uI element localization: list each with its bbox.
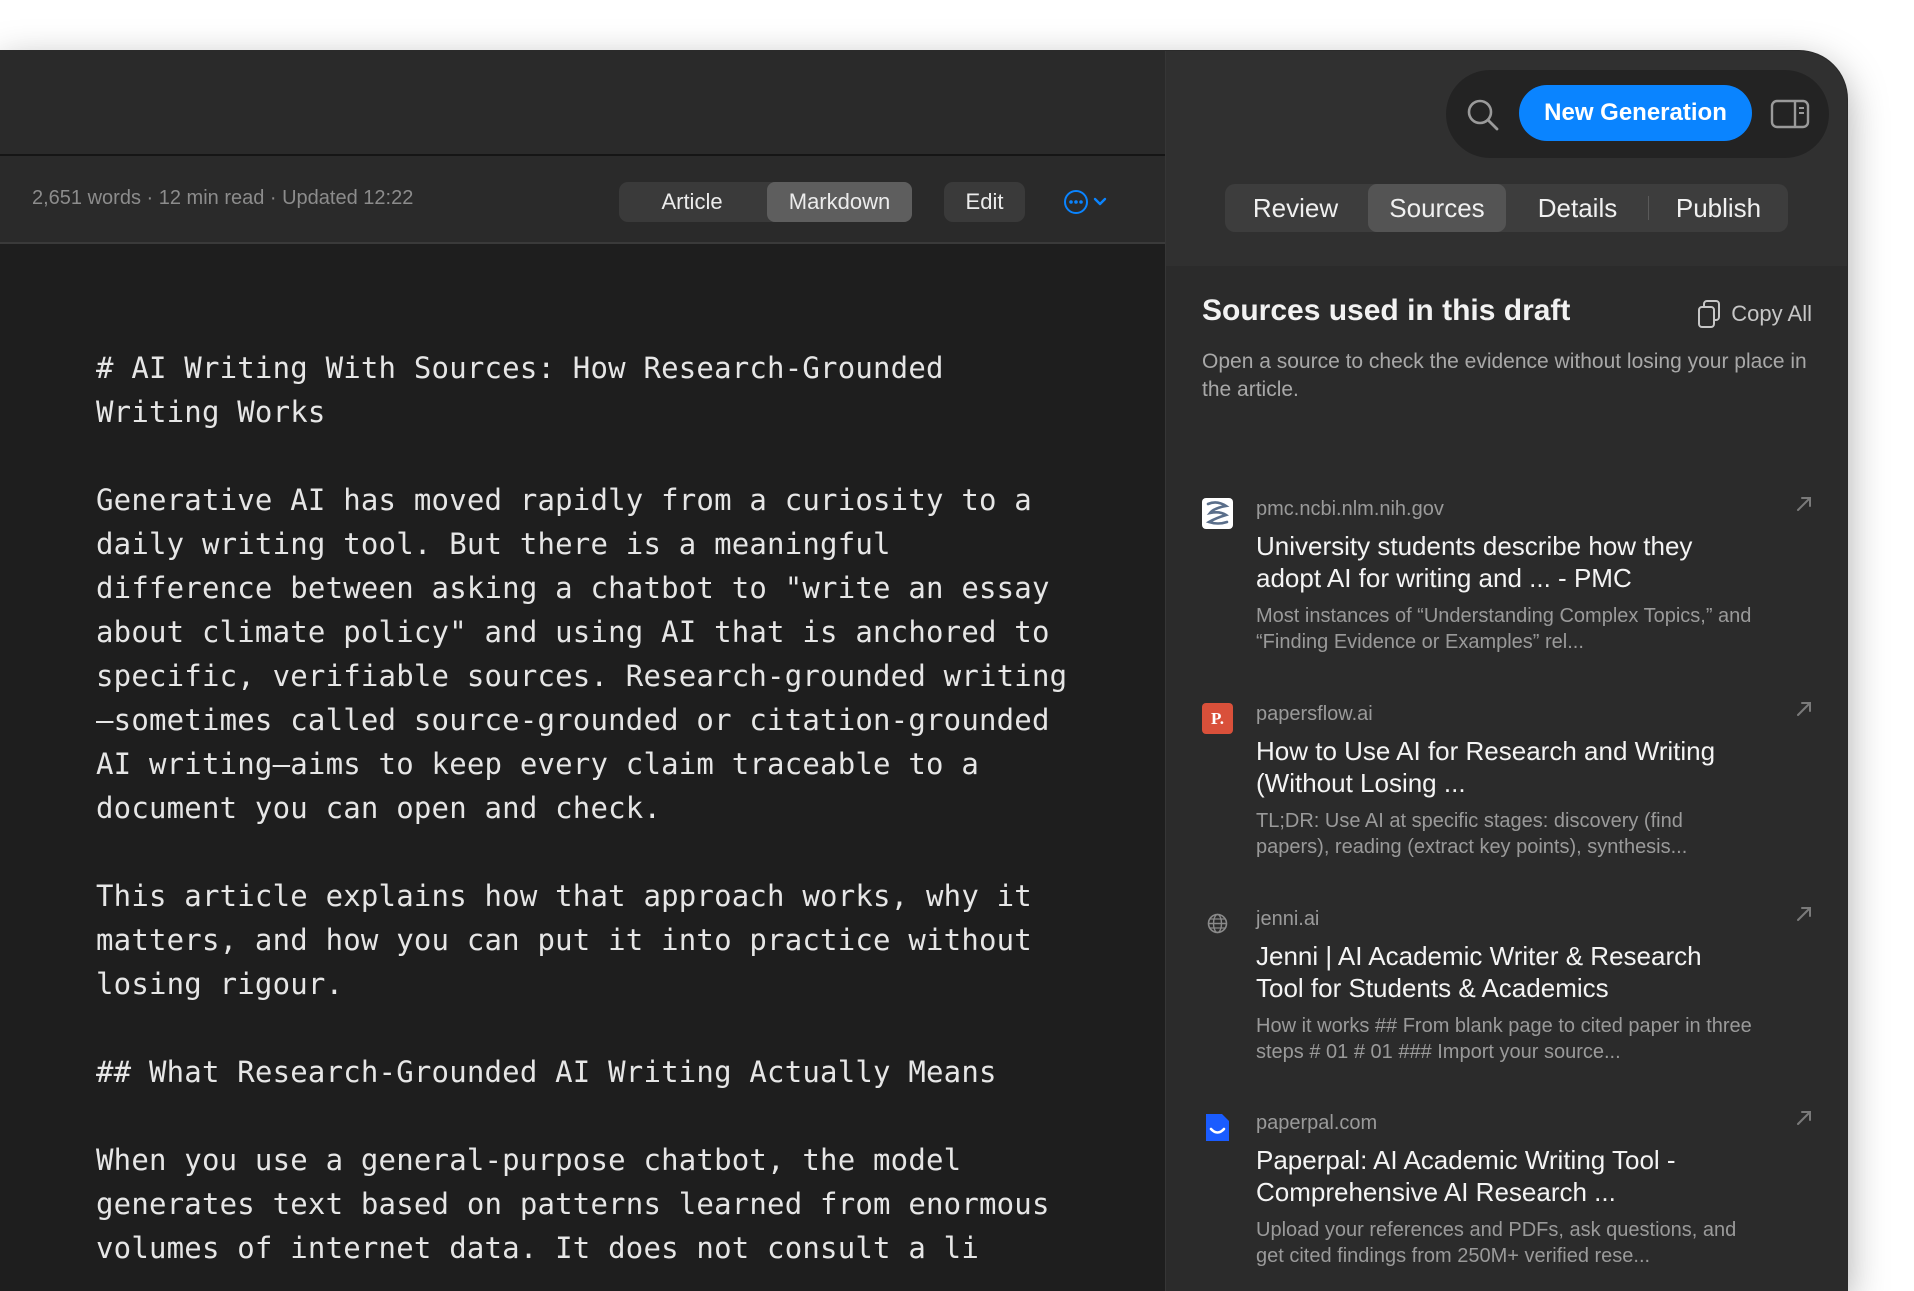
copy-icon [1698, 300, 1721, 328]
copy-all-label: Copy All [1731, 301, 1812, 326]
article-view-button[interactable]: Article [619, 182, 765, 222]
external-link-arrow-icon[interactable] [1794, 904, 1814, 924]
tab-details[interactable]: Details [1508, 184, 1647, 232]
papersflow-favicon: P. [1202, 703, 1233, 734]
markdown-heading-2: ## What Research-Grounded AI Writing Act… [96, 1055, 997, 1089]
source-item[interactable]: jenni.ai Jenni | AI Academic Writer & Re… [1202, 896, 1814, 1086]
toolbar-pill: New Generation [1446, 70, 1829, 158]
panel-header: New Generation Review Sources Details Pu… [1166, 51, 1847, 266]
inspector-panel: New Generation Review Sources Details Pu… [1165, 51, 1847, 1291]
search-icon [1467, 99, 1499, 131]
ellipsis-circle-icon [1064, 190, 1107, 214]
source-item[interactable]: pmc.ncbi.nlm.nih.gov University students… [1202, 486, 1814, 676]
markdown-paragraph: Generative AI has moved rapidly from a c… [96, 483, 1068, 825]
source-title[interactable]: How to Use AI for Research and Writing (… [1256, 735, 1756, 799]
tab-review[interactable]: Review [1225, 184, 1366, 232]
markdown-paragraph: When you use a general-purpose chatbot, … [96, 1143, 1050, 1265]
source-snippet: How it works ## From blank page to cited… [1256, 1015, 1752, 1063]
document-meta: 2,651 words · 12 min read · Updated 12:2… [32, 187, 414, 209]
source-title[interactable]: Paperpal: AI Academic Writing Tool - Com… [1256, 1144, 1756, 1208]
new-generation-button[interactable]: New Generation [1519, 85, 1752, 141]
view-mode-toggle: Article Markdown [619, 182, 912, 222]
globe-shape [1207, 913, 1228, 934]
app-window: 2,651 words · 12 min read · Updated 12:2… [0, 51, 1847, 1291]
editor-pane: 2,651 words · 12 min read · Updated 12:2… [0, 51, 1165, 1291]
source-item[interactable]: P. papersflow.ai How to Use AI for Resea… [1202, 691, 1814, 881]
markdown-paragraph: This article explains how that approach … [96, 879, 1032, 1001]
source-item[interactable]: paperpal.com Paperpal: AI Academic Writi… [1202, 1100, 1814, 1290]
pmc-logo-shape [1205, 501, 1230, 525]
external-link-arrow-icon[interactable] [1794, 494, 1814, 514]
source-domain: pmc.ncbi.nlm.nih.gov [1256, 498, 1444, 520]
source-domain: paperpal.com [1256, 1112, 1378, 1134]
source-snippet: Upload your references and PDFs, ask que… [1256, 1219, 1737, 1267]
paperpal-favicon [1202, 1112, 1233, 1143]
sources-description: Open a source to check the evidence with… [1202, 350, 1807, 401]
source-snippet: Most instances of “Understanding Complex… [1256, 605, 1752, 653]
pmc-favicon [1202, 498, 1233, 529]
globe-icon [1202, 908, 1233, 939]
editor-toolbar: 2,651 words · 12 min read · Updated 12:2… [0, 156, 1165, 244]
source-domain: papersflow.ai [1256, 703, 1373, 725]
tab-sources[interactable]: Sources [1368, 184, 1506, 232]
tab-publish[interactable]: Publish [1649, 184, 1788, 232]
markdown-content[interactable]: # AI Writing With Sources: How Research-… [96, 346, 1076, 1291]
edit-button[interactable]: Edit [944, 182, 1025, 222]
markdown-heading-1: # AI Writing With Sources: How Research-… [96, 351, 944, 429]
source-domain: jenni.ai [1256, 908, 1320, 930]
sidebar-icon [1770, 99, 1810, 129]
source-title[interactable]: Jenni | AI Academic Writer & Research To… [1256, 940, 1756, 1004]
search-button[interactable] [1465, 97, 1501, 133]
markdown-view-button[interactable]: Markdown [767, 182, 912, 222]
paperpal-logo-shape [1206, 1114, 1229, 1141]
source-title[interactable]: University students describe how they ad… [1256, 530, 1756, 594]
title-bar [0, 51, 1165, 156]
sources-section-title: Sources used in this draft [1202, 294, 1571, 327]
copy-all-button[interactable]: Copy All [1697, 299, 1812, 329]
source-snippet: TL;DR: Use AI at specific stages: discov… [1256, 810, 1688, 858]
panel-tabs: Review Sources Details Publish [1225, 184, 1788, 232]
more-options-button[interactable] [1064, 188, 1114, 216]
external-link-arrow-icon[interactable] [1794, 699, 1814, 719]
toggle-sidebar-button[interactable] [1770, 98, 1810, 130]
external-link-arrow-icon[interactable] [1794, 1108, 1814, 1128]
